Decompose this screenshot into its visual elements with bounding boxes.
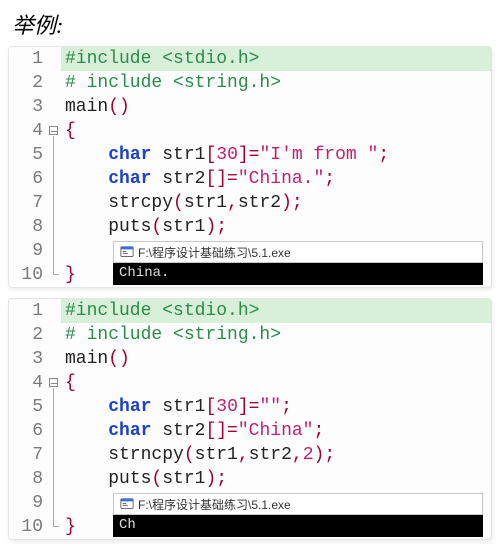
code-line: 6 char str2[]="China";	[9, 419, 491, 443]
line-number: 6	[9, 419, 47, 443]
line-number: 2	[9, 323, 47, 347]
code-content: char str2[]="China.";	[61, 167, 491, 191]
heading-example: 举例:	[12, 8, 492, 40]
code-content: # include <string.h>	[61, 323, 491, 347]
fold-gutter	[47, 143, 61, 167]
fold-toggle-icon[interactable]	[49, 378, 58, 387]
line-number: 5	[9, 143, 47, 167]
line-number: 3	[9, 347, 47, 371]
code-content: #include <stdio.h>	[61, 299, 491, 323]
code-content: char str1[30]="";	[61, 395, 491, 419]
line-number: 1	[9, 47, 47, 71]
fold-gutter	[47, 323, 61, 347]
fold-toggle-icon[interactable]	[49, 126, 58, 135]
line-number: 6	[9, 167, 47, 191]
line-number: 5	[9, 395, 47, 419]
line-number: 4	[9, 119, 47, 143]
code-content: # include <string.h>	[61, 71, 491, 95]
console-window: F:\程序设计基础练习\5.1.exe Ch	[113, 493, 483, 537]
code-content: main()	[61, 95, 491, 119]
line-number: 10	[9, 263, 47, 287]
fold-gutter	[47, 167, 61, 191]
code-line: 2 # include <string.h>	[9, 71, 491, 95]
app-icon	[120, 245, 134, 259]
line-number: 1	[9, 299, 47, 323]
code-line: 5 char str1[30]="I'm from ";	[9, 143, 491, 167]
fold-gutter	[47, 515, 61, 539]
code-content: #include <stdio.h>	[61, 47, 491, 71]
code-line: 8 puts(str1);	[9, 467, 491, 491]
fold-gutter	[47, 347, 61, 371]
console-window: F:\程序设计基础练习\5.1.exe China.	[113, 241, 483, 285]
fold-gutter	[47, 491, 61, 515]
app-icon	[120, 497, 134, 511]
code-content: char str2[]="China";	[61, 419, 491, 443]
line-number: 9	[9, 239, 47, 263]
fold-gutter	[47, 299, 61, 323]
line-number: 8	[9, 215, 47, 239]
fold-gutter	[47, 467, 61, 491]
code-content: {	[61, 371, 491, 395]
line-number: 8	[9, 467, 47, 491]
fold-gutter	[47, 239, 61, 263]
code-content: char str1[30]="I'm from ";	[61, 143, 491, 167]
line-number: 4	[9, 371, 47, 395]
code-line: 8 puts(str1);	[9, 215, 491, 239]
fold-gutter	[47, 395, 61, 419]
fold-gutter	[47, 71, 61, 95]
fold-gutter	[47, 263, 61, 287]
code-content: strncpy(str1,str2,2);	[61, 443, 491, 467]
line-number: 9	[9, 491, 47, 515]
line-number: 3	[9, 95, 47, 119]
code-content: {	[61, 119, 491, 143]
fold-gutter	[47, 215, 61, 239]
code-content: main()	[61, 347, 491, 371]
fold-gutter	[47, 371, 61, 395]
code-line: 2 # include <string.h>	[9, 323, 491, 347]
console-titlebar: F:\程序设计基础练习\5.1.exe	[113, 241, 483, 263]
fold-gutter	[47, 119, 61, 143]
fold-gutter	[47, 443, 61, 467]
code-line: 7 strncpy(str1,str2,2);	[9, 443, 491, 467]
line-number: 7	[9, 443, 47, 467]
fold-gutter	[47, 47, 61, 71]
code-line: 3 main()	[9, 95, 491, 119]
code-content: strcpy(str1,str2);	[61, 191, 491, 215]
fold-gutter	[47, 191, 61, 215]
code-content: puts(str1);	[61, 467, 491, 491]
code-line: 5 char str1[30]="";	[9, 395, 491, 419]
line-number: 7	[9, 191, 47, 215]
code-line: 1 #include <stdio.h>	[9, 47, 491, 71]
code-line: 7 strcpy(str1,str2);	[9, 191, 491, 215]
fold-gutter	[47, 95, 61, 119]
code-line: 4{	[9, 119, 491, 143]
code-line: 4{	[9, 371, 491, 395]
line-number: 2	[9, 71, 47, 95]
console-output: China.	[113, 263, 483, 285]
code-content: puts(str1);	[61, 215, 491, 239]
console-titlebar: F:\程序设计基础练习\5.1.exe	[113, 493, 483, 515]
code-line: 6 char str2[]="China.";	[9, 167, 491, 191]
fold-gutter	[47, 419, 61, 443]
code-editor: 1 #include <stdio.h> 2 # include <string.h>…	[8, 46, 492, 288]
console-title-text: F:\程序设计基础练习\5.1.exe	[138, 496, 291, 513]
console-output: Ch	[113, 515, 483, 537]
code-editor: 1 #include <stdio.h> 2 # include <string.h>…	[8, 298, 492, 540]
line-number: 10	[9, 515, 47, 539]
console-title-text: F:\程序设计基础练习\5.1.exe	[138, 244, 291, 261]
code-line: 1 #include <stdio.h>	[9, 299, 491, 323]
code-line: 3 main()	[9, 347, 491, 371]
